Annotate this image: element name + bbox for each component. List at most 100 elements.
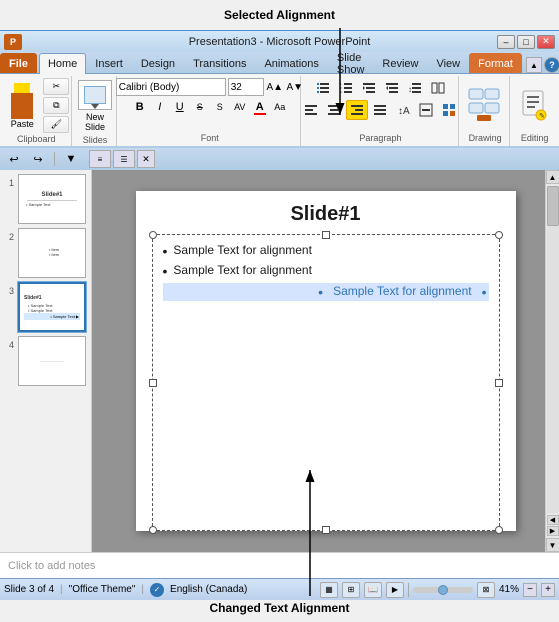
close-panel-btn[interactable]: ✕	[137, 150, 155, 168]
slide-num-3: 3	[4, 286, 14, 296]
notes-area[interactable]: Click to add notes	[0, 552, 559, 578]
slide-thumb-1[interactable]: 1 Slide#1 • Sample Text	[4, 174, 87, 224]
smartart-button[interactable]	[438, 100, 460, 120]
svg-text:3.: 3.	[340, 90, 343, 94]
qa-dropdown[interactable]: ▼	[61, 150, 81, 168]
font-group-label: Font	[201, 132, 219, 144]
handle-top-middle[interactable]	[322, 231, 330, 239]
italic-button[interactable]: I	[151, 98, 169, 116]
paragraph-group-label: Paragraph	[359, 132, 401, 144]
tab-view[interactable]: View	[427, 53, 469, 73]
drawing-group-label: Drawing	[469, 132, 502, 144]
slide-thumb-4[interactable]: 4 ——————	[4, 336, 87, 386]
increase-indent-button[interactable]	[381, 78, 403, 98]
slides-content: NewSlide	[76, 78, 114, 134]
outline-view-btn[interactable]: ☰	[113, 150, 135, 168]
tab-design[interactable]: Design	[132, 53, 184, 73]
tab-animations[interactable]: Animations	[255, 53, 327, 73]
slide-thumb-2[interactable]: 2 • Item • Item	[4, 228, 87, 278]
undo-button[interactable]: ↩	[4, 150, 24, 168]
handle-top-right[interactable]	[495, 231, 503, 239]
scroll-down-button[interactable]: ▼	[546, 538, 559, 552]
help-button[interactable]: ?	[544, 57, 559, 73]
line-spacing-button[interactable]: ↕	[404, 78, 426, 98]
underline-button[interactable]: U	[171, 98, 189, 116]
handle-bottom-right[interactable]	[495, 526, 503, 534]
paste-button[interactable]: Paste	[3, 78, 41, 133]
scroll-expand-left[interactable]: ◀	[547, 515, 559, 525]
font-row-1: A▲ A▼	[116, 78, 304, 96]
slide2-content: • Item • Item	[45, 248, 59, 258]
tab-review[interactable]: Review	[373, 53, 427, 73]
numbering-button[interactable]: 1. 2. 3.	[335, 78, 357, 98]
minimize-button[interactable]: –	[497, 35, 515, 49]
slide-panel: 1 Slide#1 • Sample Text 2 • Item • Item	[0, 170, 92, 552]
slides-view-btn[interactable]: ≡	[89, 150, 111, 168]
handle-middle-left[interactable]	[149, 379, 157, 387]
columns-button[interactable]	[427, 78, 449, 98]
slide-preview-4[interactable]: ——————	[18, 336, 86, 386]
format-painter-button[interactable]: 🖌	[43, 116, 69, 133]
quick-access-toolbar: ↩ ↪ ▼ ≡ ☰ ✕	[0, 148, 559, 170]
new-slide-button[interactable]: NewSlide	[76, 78, 114, 134]
handle-middle-right[interactable]	[495, 379, 503, 387]
view-options: ≡ ☰ ✕	[89, 150, 155, 168]
ribbon-collapse-button[interactable]: ▲	[526, 57, 542, 73]
redo-button[interactable]: ↪	[28, 150, 48, 168]
bold-button[interactable]: B	[131, 98, 149, 116]
slide-preview-3[interactable]: Slide#1 • Sample Text • Sample Text • Sa…	[18, 282, 86, 332]
font-content: A▲ A▼ B I U S S AV A Aa	[116, 78, 304, 132]
slide-num-2: 2	[4, 232, 14, 242]
zoom-slider[interactable]	[413, 587, 473, 593]
scroll-thumb[interactable]	[547, 186, 559, 226]
tab-home[interactable]: Home	[39, 53, 86, 74]
text-direction-button[interactable]: ↕A	[392, 100, 414, 120]
maximize-button[interactable]: □	[517, 35, 535, 49]
text-box[interactable]: Sample Text for alignment Sample Text fo…	[152, 234, 500, 531]
increase-font-button[interactable]: A▲	[266, 78, 284, 96]
shadow-button[interactable]: S	[211, 98, 229, 116]
slide-preview-1[interactable]: Slide#1 • Sample Text	[18, 174, 86, 224]
ribbon-group-drawing: Drawing	[461, 76, 510, 146]
font-name-input[interactable]	[116, 78, 226, 96]
ribbon-group-font: A▲ A▼ B I U S S AV A Aa	[119, 76, 301, 146]
tab-file[interactable]: File	[0, 53, 37, 73]
vertical-scrollbar[interactable]: ▲ ◀ ▶ ▼	[545, 170, 559, 552]
justify-button[interactable]	[369, 100, 391, 120]
strikethrough-button[interactable]: S	[191, 98, 209, 116]
bullets-button[interactable]	[312, 78, 334, 98]
handle-top-left[interactable]	[149, 231, 157, 239]
title-bar-text: Presentation3 - Microsoft PowerPoint	[189, 36, 371, 48]
slide-thumb-3[interactable]: 3 Slide#1 • Sample Text • Sample Text • …	[4, 282, 87, 332]
paragraph-row-2: ↕A	[300, 100, 460, 120]
cut-button[interactable]: ✂	[43, 78, 69, 95]
handle-bottom-left[interactable]	[149, 526, 157, 534]
bullet-1-text: Sample Text for alignment	[173, 243, 312, 257]
char-spacing-button[interactable]: AV	[231, 98, 249, 116]
tab-insert[interactable]: Insert	[86, 53, 132, 73]
tab-slideshow[interactable]: Slide Show	[328, 53, 374, 73]
align-text-button[interactable]	[415, 100, 437, 120]
highlight-color-button[interactable]: Aa	[271, 98, 289, 116]
font-row-2: B I U S S AV A Aa	[131, 98, 289, 116]
clipboard-group-label: Clipboard	[17, 133, 56, 145]
tab-transitions[interactable]: Transitions	[184, 53, 255, 73]
scroll-expand-right[interactable]: ▶	[547, 526, 559, 536]
close-button[interactable]: ✕	[537, 35, 555, 49]
handle-bottom-middle[interactable]	[322, 526, 330, 534]
align-right-button[interactable]	[346, 100, 368, 120]
copy-button[interactable]: ⧉	[43, 97, 69, 114]
slide-canvas: Slide#1 Sample Text for alignment	[136, 191, 516, 531]
paragraph-row-1: 1. 2. 3.	[312, 78, 449, 98]
decrease-indent-button[interactable]	[358, 78, 380, 98]
align-center-button[interactable]	[323, 100, 345, 120]
slide4-content: ——————	[40, 359, 64, 364]
scroll-up-button[interactable]: ▲	[546, 170, 559, 184]
tab-format[interactable]: Format	[469, 53, 522, 73]
font-size-input[interactable]	[228, 78, 264, 96]
align-left-button[interactable]	[300, 100, 322, 120]
slide-preview-2[interactable]: • Item • Item	[18, 228, 86, 278]
slide-num-1: 1	[4, 178, 14, 188]
editing-group-label: Editing	[521, 132, 549, 144]
zoom-thumb[interactable]	[438, 585, 448, 595]
